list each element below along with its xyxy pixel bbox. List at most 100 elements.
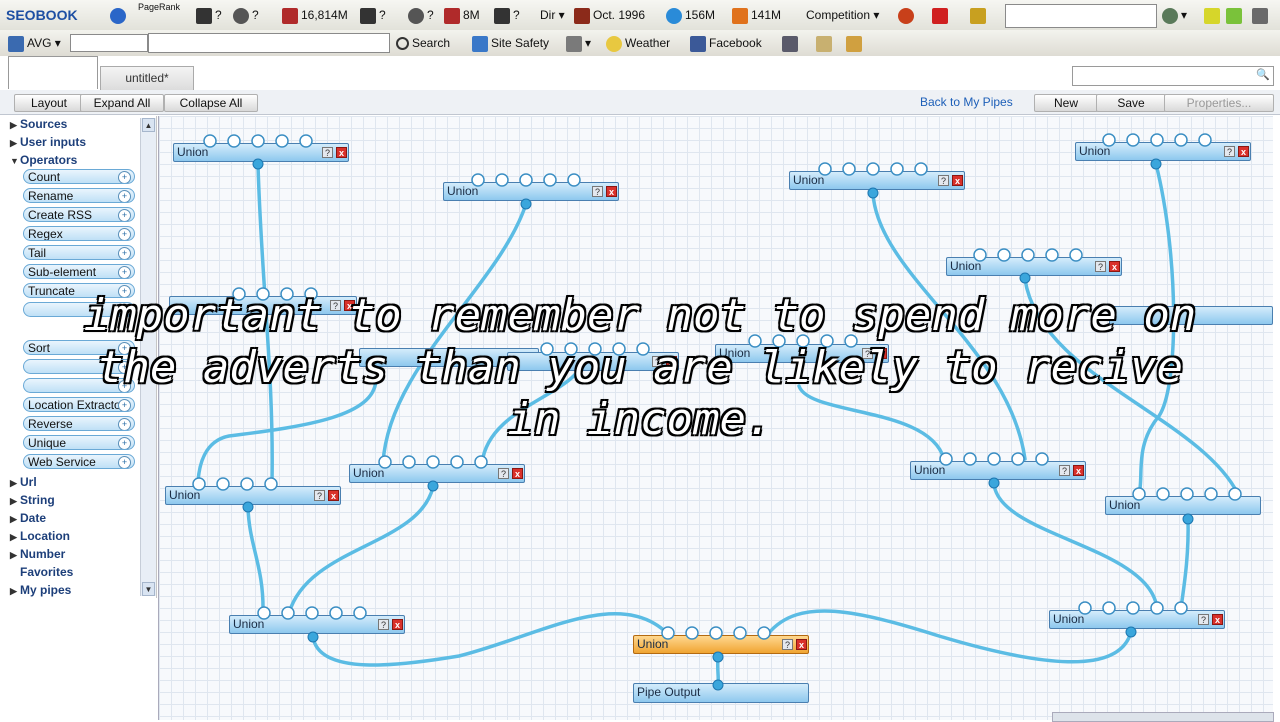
sidebar-cat-number[interactable]: ▶ Number [10,547,65,561]
tab-blank[interactable] [8,56,98,89]
info-icon[interactable] [110,0,129,30]
sidebar-cat-location[interactable]: ▶ Location [10,529,70,543]
help-icon[interactable]: ? [782,639,793,650]
scroll-down-arrow-icon[interactable]: ▼ [142,582,155,596]
tools-icon[interactable] [846,30,865,56]
help-icon[interactable]: ? [592,186,603,197]
sidebar-op-create-rss[interactable]: Create RSS + [23,207,135,222]
help-icon[interactable]: ? [498,468,509,479]
seobook-logo[interactable]: SEOBOOK [6,0,78,31]
sidebar-cat-my-pipes[interactable]: ▶ My pipes [10,583,71,597]
sidebar-cat-user-inputs[interactable]: ▶ User inputs [10,135,86,149]
add-icon[interactable]: + [118,266,131,278]
weather-button[interactable]: Weather [606,30,670,56]
save-button[interactable]: Save [1096,94,1166,112]
sidebar-op-tail[interactable]: Tail + [23,245,135,260]
union-module-14[interactable]: Union [1105,496,1261,515]
add-icon[interactable]: + [118,171,131,183]
notepad-icon[interactable] [816,30,835,56]
close-icon[interactable]: x [336,147,347,158]
competition-dropdown[interactable]: Competition ▾ [806,0,879,30]
union-module-1[interactable]: Union ? x [173,143,349,162]
help-icon[interactable]: ? [378,619,389,630]
stats-icon[interactable]: 16,814M [282,0,348,30]
close-icon[interactable]: x [392,619,403,630]
help-icon[interactable]: ? [1095,261,1106,272]
sidebar-cat-string[interactable]: ▶ String [10,493,55,507]
sidebar-cat-url[interactable]: ▶ Url [10,475,37,489]
help-icon[interactable]: ? [314,490,325,501]
facebook-button[interactable]: Facebook [690,30,762,56]
tab-untitled[interactable]: untitled* [100,66,194,90]
planet-icon[interactable] [898,0,917,30]
eraser-icon[interactable] [1226,0,1245,30]
union-module-12[interactable]: Union ? x [165,486,341,505]
close-icon[interactable]: x [1073,465,1084,476]
close-icon[interactable]: x [1238,146,1249,157]
b-icon[interactable]: ? [196,0,222,30]
sidebar-op-regex[interactable]: Regex + [23,226,135,241]
close-icon[interactable]: x [328,490,339,501]
union-module-3[interactable]: Union ? x [789,171,965,190]
toolbar-search-input[interactable] [1005,4,1157,28]
layout-button[interactable]: Layout [14,94,84,112]
collapse-all-button[interactable]: Collapse All [164,94,258,112]
add-icon[interactable]: + [118,228,131,240]
links-icon[interactable]: 156M [666,0,715,30]
scroll-up-arrow-icon[interactable]: ▲ [142,118,155,132]
expand-all-button[interactable]: Expand All [80,94,164,112]
add-icon[interactable]: + [118,190,131,202]
avg-field-small[interactable] [70,34,148,52]
b-icon-3[interactable]: ? [494,0,520,30]
union-module-2[interactable]: Union ? x [443,182,619,201]
edit-icon[interactable] [970,0,989,30]
add-icon[interactable]: + [118,209,131,221]
properties-button[interactable]: Properties... [1164,94,1274,112]
highlight-icon[interactable] [1204,0,1223,30]
union-module-final[interactable]: Union ? x [633,635,809,654]
sidebar-op-sub-element[interactable]: Sub-element + [23,264,135,279]
close-icon[interactable]: x [1109,261,1120,272]
sidebar-op-web-service[interactable]: Web Service + [23,454,135,469]
close-icon[interactable]: x [952,175,963,186]
new-button[interactable]: New [1034,94,1098,112]
close-icon[interactable]: x [606,186,617,197]
help-icon[interactable]: ? [1224,146,1235,157]
close-icon[interactable]: x [512,468,523,479]
calculator-icon[interactable] [782,30,801,56]
stats-icon-2[interactable]: 8M [444,0,480,30]
search-icon[interactable]: 🔍 [1256,68,1270,81]
help-icon[interactable]: ? [1198,614,1209,625]
settings-dropdown-icon[interactable]: ▾ [1162,0,1187,30]
union-module-15[interactable]: Union ? x [229,615,405,634]
help-icon[interactable]: ? [938,175,949,186]
trash-dropdown-icon[interactable]: ▾ [566,30,591,56]
b-icon-2[interactable]: ? [360,0,386,30]
add-icon[interactable]: + [118,456,131,468]
union-module-11[interactable]: Union ? x [349,464,525,483]
close-icon[interactable]: x [796,639,807,650]
help-icon[interactable]: ? [322,147,333,158]
sidebar-op-rename[interactable]: Rename + [23,188,135,203]
dir-dropdown[interactable]: Dir ▾ [540,0,565,30]
search-button[interactable]: Search [396,30,450,56]
back-to-my-pipes-link[interactable]: Back to My Pipes [920,95,1013,109]
gear-icon[interactable]: ? [233,0,259,30]
sidebar-cat-date[interactable]: ▶ Date [10,511,46,525]
sidebar-cat-favorites[interactable]: Favorites [10,565,73,579]
union-module-16[interactable]: Union ? x [1049,610,1225,629]
close-icon[interactable]: x [1212,614,1223,625]
avg-menu[interactable]: AVG ▾ [8,30,61,56]
help-icon[interactable]: ? [1059,465,1070,476]
union-module-13[interactable]: Union ? x [910,461,1086,480]
union-module-5[interactable]: Union ? x [946,257,1122,276]
calendar-icon[interactable]: Oct. 1996 [574,0,645,30]
sidebar-op-count[interactable]: Count + [23,169,135,184]
sidebar-cat-sources[interactable]: ▶ Sources [10,117,67,131]
x-icon[interactable] [932,0,951,30]
module-search-input[interactable]: 🔍 [1072,66,1274,86]
add-icon[interactable]: + [118,247,131,259]
sidebar-cat-operators[interactable]: ▼Operators [10,153,77,167]
gear-icon-2[interactable]: ? [408,0,434,30]
pipe-output-module[interactable]: Pipe Output [633,683,809,703]
